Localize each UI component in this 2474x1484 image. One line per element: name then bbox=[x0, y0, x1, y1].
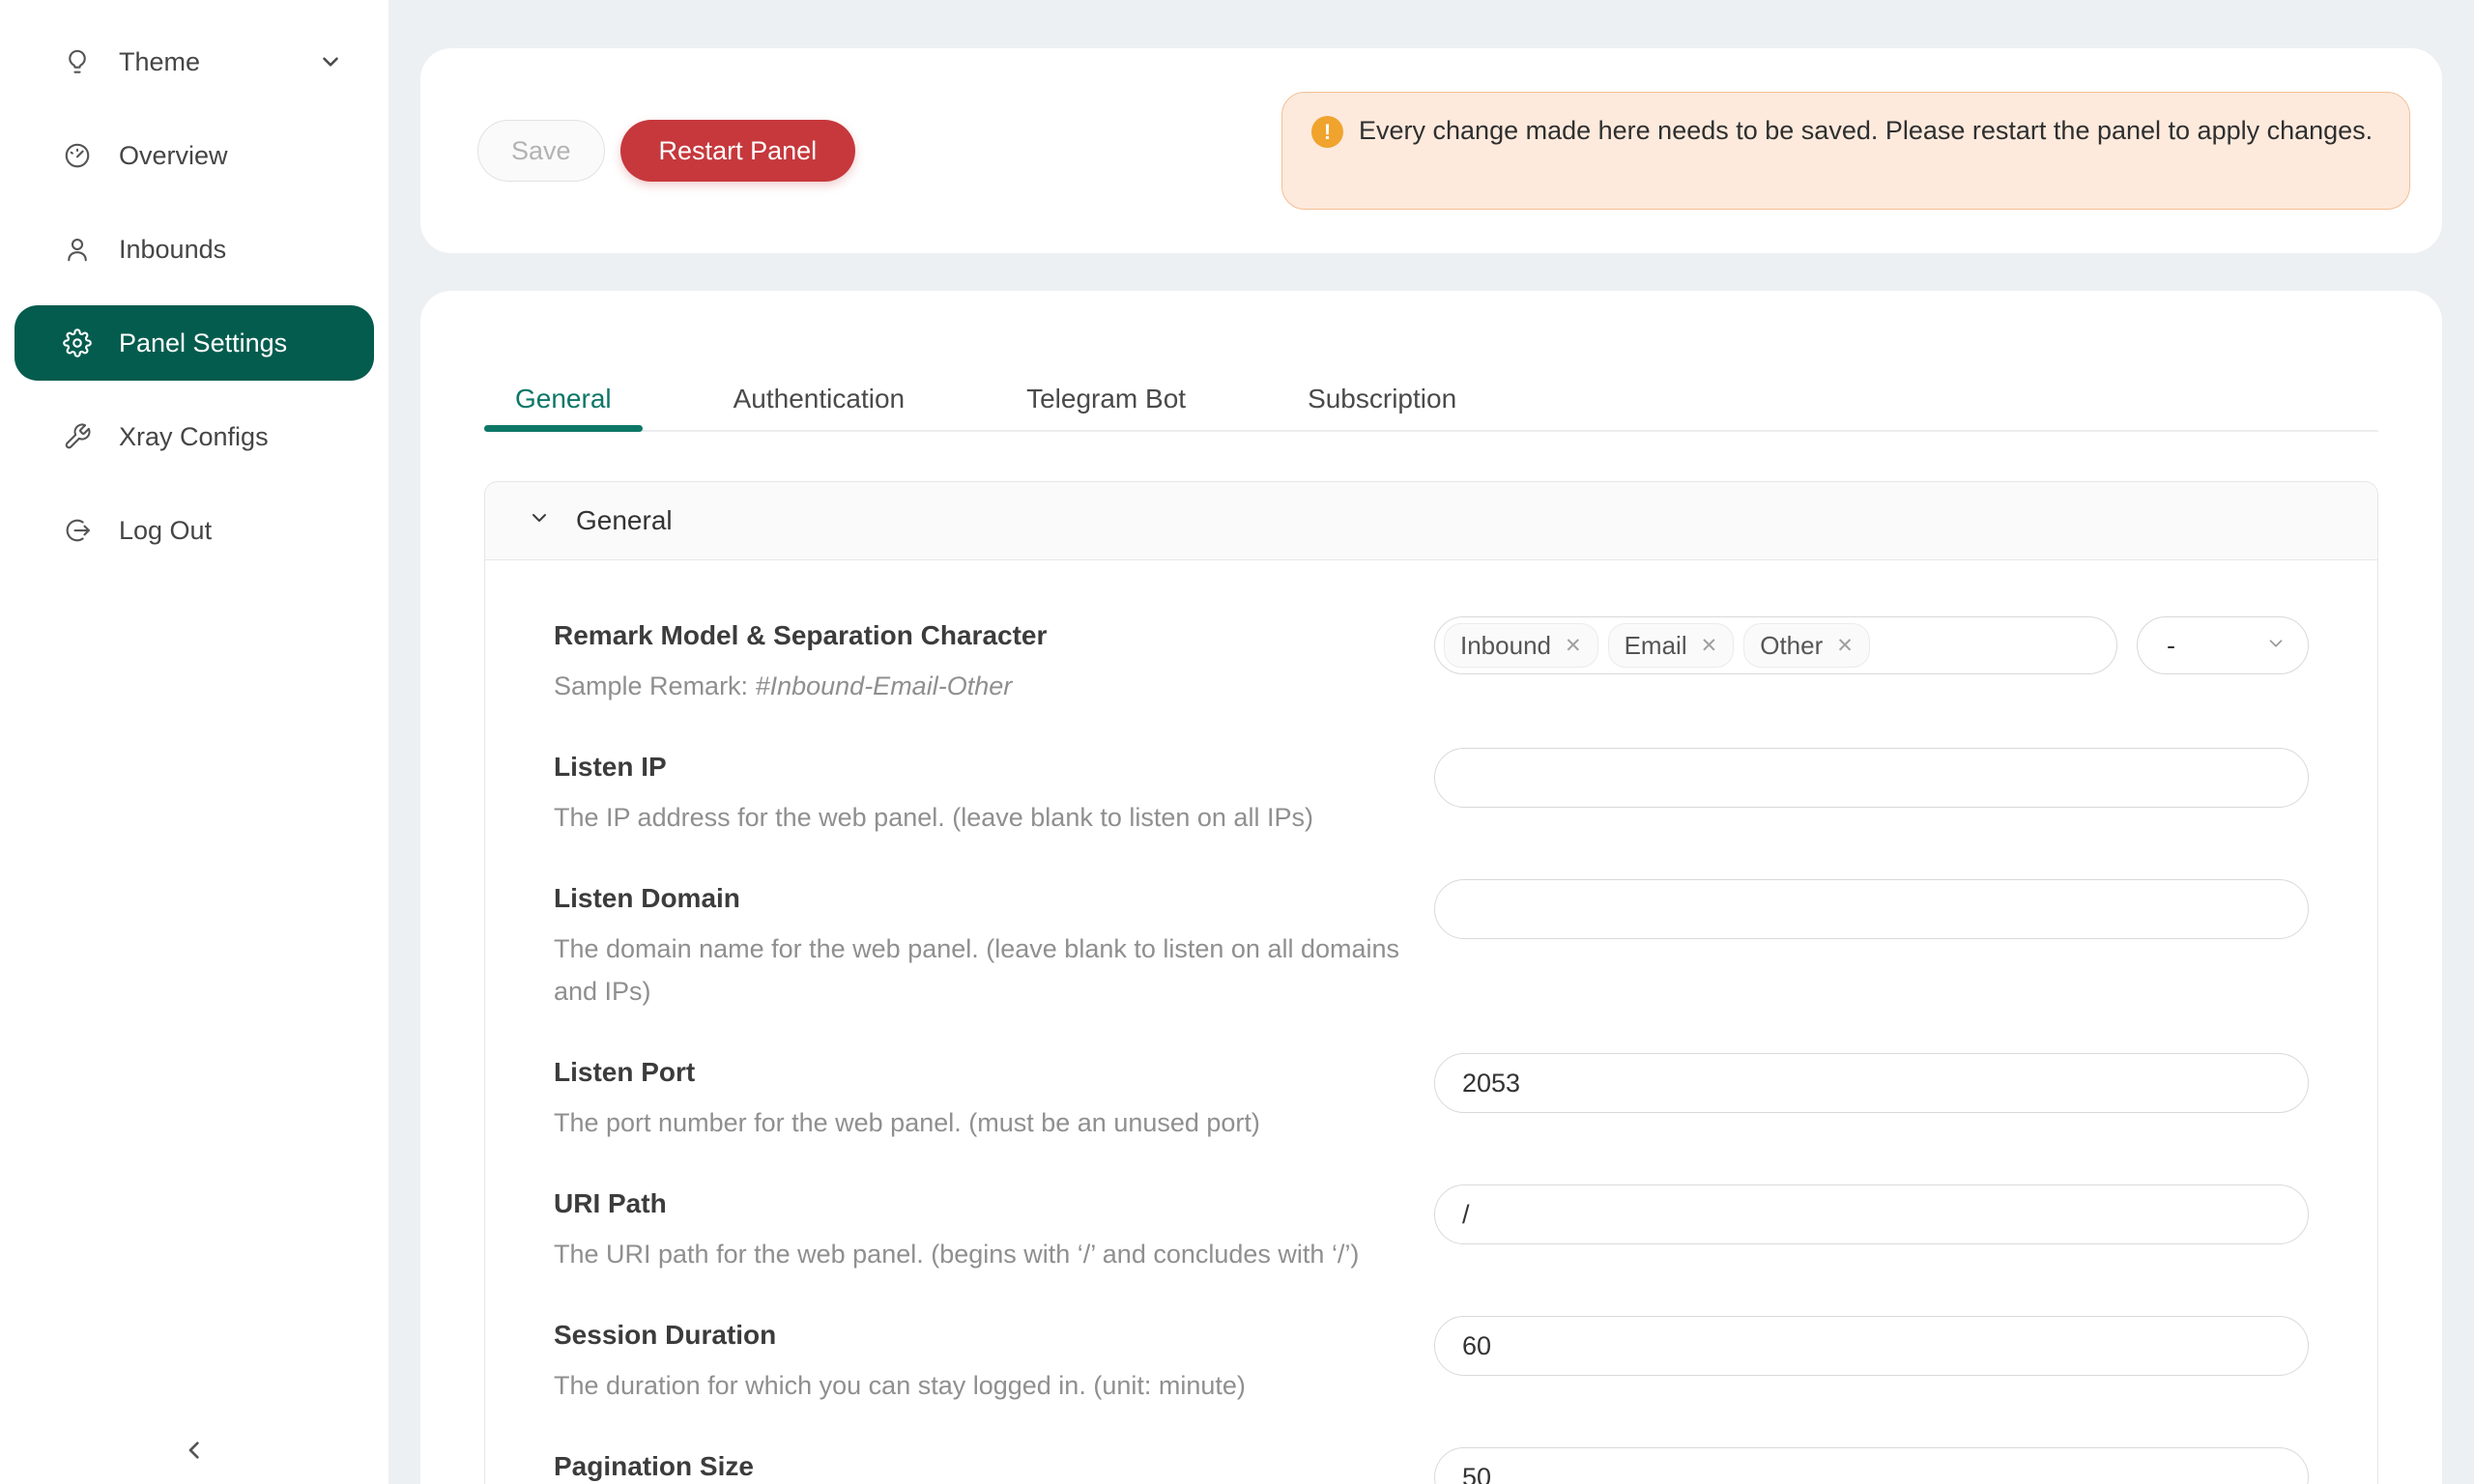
pagination-size-input[interactable] bbox=[1434, 1447, 2309, 1484]
actions-card: Save Restart Panel ! Every change made h… bbox=[420, 48, 2442, 253]
remove-tag-icon[interactable]: ✕ bbox=[1701, 636, 1718, 656]
warning-icon: ! bbox=[1311, 116, 1343, 148]
session-duration-input[interactable] bbox=[1434, 1316, 2309, 1376]
field-description: The domain name for the web panel. (leav… bbox=[554, 928, 1434, 1013]
form-row-listen-port: Listen Port The port number for the web … bbox=[554, 1053, 2309, 1144]
sidebar-item-label: Theme bbox=[119, 47, 200, 77]
general-collapse-panel: General Remark Model & Separation Charac… bbox=[484, 481, 2378, 1484]
sidebar-item-label: Log Out bbox=[119, 516, 212, 546]
chevron-down-icon bbox=[2265, 631, 2287, 661]
remark-model-tags-input[interactable]: Inbound ✕ Email ✕ Other ✕ bbox=[1434, 616, 2117, 674]
restart-warning-alert: ! Every change made here needs to be sav… bbox=[1281, 92, 2410, 210]
logout-icon bbox=[63, 516, 92, 545]
tag-label: Other bbox=[1760, 631, 1823, 661]
chevron-down-icon bbox=[528, 505, 551, 536]
restart-panel-button[interactable]: Restart Panel bbox=[620, 120, 856, 182]
sidebar-item-xray-configs[interactable]: Xray Configs bbox=[14, 399, 374, 474]
tab-general[interactable]: General bbox=[484, 382, 643, 430]
field-label: Pagination Size bbox=[554, 1447, 1434, 1484]
separator-select[interactable]: - bbox=[2137, 616, 2309, 674]
remove-tag-icon[interactable]: ✕ bbox=[1565, 636, 1582, 656]
general-collapse-header[interactable]: General bbox=[485, 482, 2377, 560]
separator-value: - bbox=[2167, 631, 2175, 661]
uri-path-input[interactable] bbox=[1434, 1184, 2309, 1244]
tag-inbound: Inbound ✕ bbox=[1444, 623, 1598, 668]
remove-tag-icon[interactable]: ✕ bbox=[1836, 636, 1854, 656]
form-row-uri-path: URI Path The URI path for the web panel.… bbox=[554, 1184, 2309, 1275]
field-label: URI Path bbox=[554, 1184, 1434, 1223]
alert-text: Every change made here needs to be saved… bbox=[1359, 110, 2373, 152]
listen-domain-input[interactable] bbox=[1434, 879, 2309, 939]
field-description: The IP address for the web panel. (leave… bbox=[554, 796, 1434, 839]
field-label: Listen Domain bbox=[554, 879, 1434, 918]
form-row-listen-ip: Listen IP The IP address for the web pan… bbox=[554, 748, 2309, 839]
sidebar-item-label: Panel Settings bbox=[119, 328, 287, 358]
sidebar-item-label: Xray Configs bbox=[119, 422, 269, 452]
form-row-session-duration: Session Duration The duration for which … bbox=[554, 1316, 2309, 1407]
wrench-icon bbox=[63, 422, 92, 451]
field-label: Listen Port bbox=[554, 1053, 1434, 1092]
save-button[interactable]: Save bbox=[477, 120, 605, 182]
sidebar-item-overview[interactable]: Overview bbox=[14, 118, 374, 193]
sidebar-item-theme[interactable]: Theme bbox=[14, 24, 374, 100]
tag-label: Inbound bbox=[1460, 631, 1551, 661]
field-description: Sample Remark: #Inbound-Email-Other bbox=[554, 665, 1434, 707]
section-title: General bbox=[576, 505, 673, 536]
form-row-listen-domain: Listen Domain The domain name for the we… bbox=[554, 879, 2309, 1013]
field-label: Remark Model & Separation Character bbox=[554, 616, 1434, 655]
tag-email: Email ✕ bbox=[1608, 623, 1735, 668]
field-description: The duration for which you can stay logg… bbox=[554, 1364, 1434, 1407]
form-row-remark-model: Remark Model & Separation Character Samp… bbox=[554, 616, 2309, 707]
field-label: Session Duration bbox=[554, 1316, 1434, 1355]
field-label: Listen IP bbox=[554, 748, 1434, 786]
sample-remark-prefix: Sample Remark: bbox=[554, 671, 756, 700]
general-form: Remark Model & Separation Character Samp… bbox=[485, 560, 2377, 1484]
main-content: Save Restart Panel ! Every change made h… bbox=[388, 0, 2474, 1484]
sample-remark-value: #Inbound-Email-Other bbox=[756, 671, 1013, 700]
listen-port-input[interactable] bbox=[1434, 1053, 2309, 1113]
sidebar: Theme Overview Inbounds Panel Settings X… bbox=[0, 0, 388, 1484]
gear-icon bbox=[63, 328, 92, 357]
sidebar-item-label: Overview bbox=[119, 141, 228, 171]
settings-card: General Authentication Telegram Bot Subs… bbox=[420, 291, 2442, 1484]
tab-authentication[interactable]: Authentication bbox=[703, 382, 935, 430]
action-buttons: Save Restart Panel bbox=[477, 120, 855, 182]
listen-ip-input[interactable] bbox=[1434, 748, 2309, 808]
sidebar-item-inbounds[interactable]: Inbounds bbox=[14, 212, 374, 287]
settings-tabs: General Authentication Telegram Bot Subs… bbox=[484, 291, 2378, 432]
tab-telegram-bot[interactable]: Telegram Bot bbox=[995, 382, 1217, 430]
dashboard-icon bbox=[63, 141, 92, 170]
sidebar-item-log-out[interactable]: Log Out bbox=[14, 493, 374, 568]
tag-other: Other ✕ bbox=[1743, 623, 1870, 668]
sidebar-collapse-button[interactable] bbox=[0, 1435, 388, 1470]
form-row-pagination-size: Pagination Size bbox=[554, 1447, 2309, 1484]
sidebar-item-label: Inbounds bbox=[119, 235, 226, 265]
chevron-down-icon[interactable] bbox=[318, 49, 343, 74]
tab-subscription[interactable]: Subscription bbox=[1277, 382, 1487, 430]
sidebar-item-panel-settings[interactable]: Panel Settings bbox=[14, 305, 374, 381]
user-icon bbox=[63, 235, 92, 264]
field-description: The URI path for the web panel. (begins … bbox=[554, 1233, 1434, 1275]
field-description: The port number for the web panel. (must… bbox=[554, 1101, 1434, 1144]
chevron-left-icon bbox=[179, 1435, 210, 1470]
lightbulb-icon bbox=[63, 47, 92, 76]
tag-label: Email bbox=[1625, 631, 1687, 661]
